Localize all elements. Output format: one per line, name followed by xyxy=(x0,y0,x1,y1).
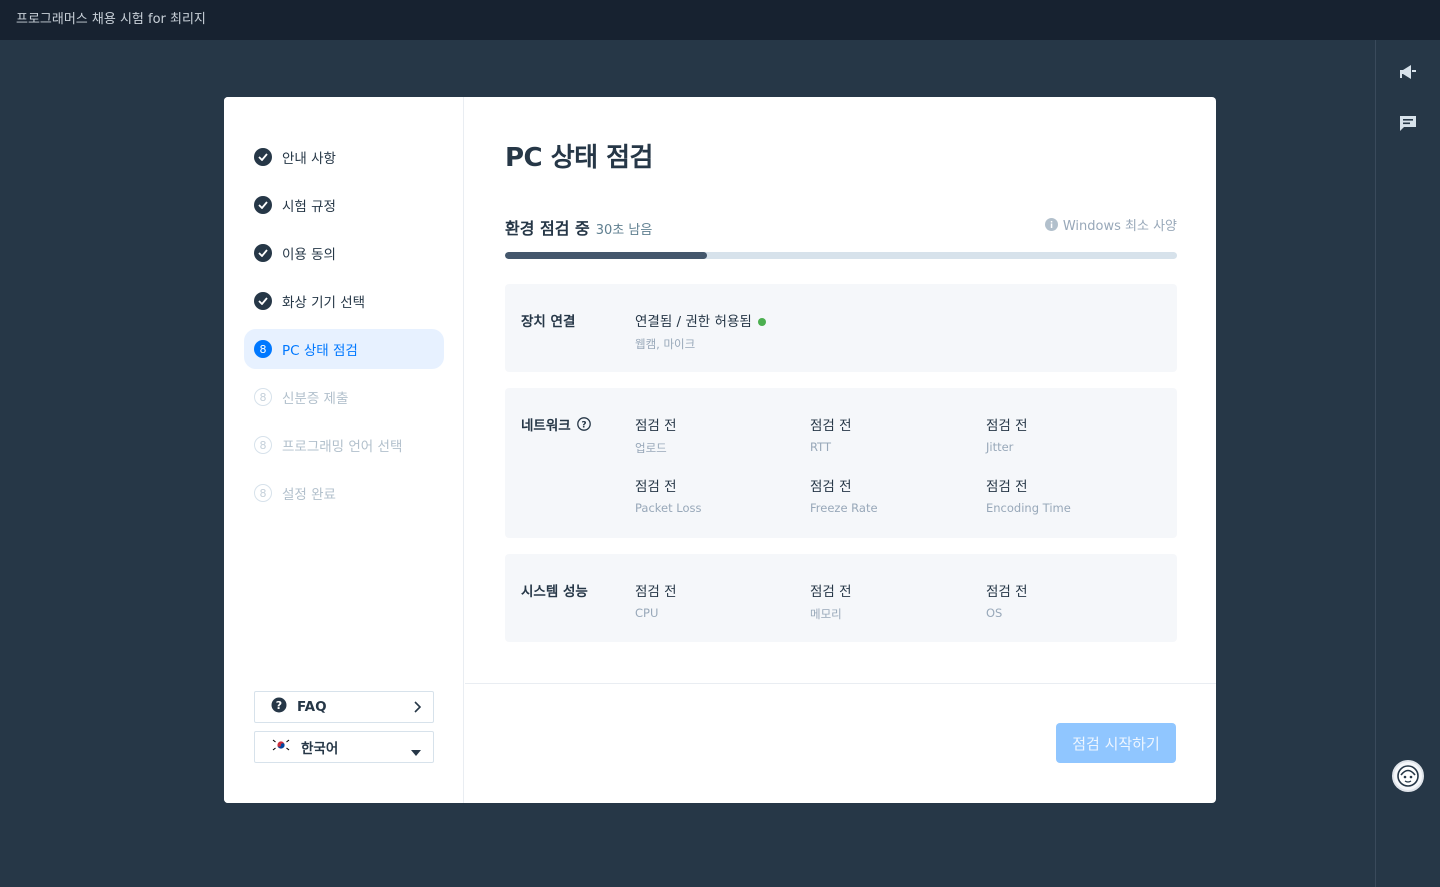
start-check-button[interactable]: 점검 시작하기 xyxy=(1056,723,1176,763)
setup-modal: 안내 사항 시험 규정 이용 동의 화상 기기 선택 8 PC 상태 점검 8 … xyxy=(224,97,1216,803)
requirements-label: Windows 최소 사양 xyxy=(1062,219,1177,234)
progress-fill xyxy=(505,252,707,259)
system-performance-card: 시스템 성능 점검 전 CPU 점검 전 메모리 점검 전 OS xyxy=(505,554,1177,642)
check-status-label: 환경 점검 중 xyxy=(505,219,590,238)
chat-icon[interactable] xyxy=(1398,114,1418,134)
step-language-select: 8 프로그래밍 언어 선택 xyxy=(244,425,444,465)
metric-jitter: 점검 전 Jitter xyxy=(986,418,1028,454)
remaining-time: 30초 남음 xyxy=(595,223,653,238)
step-label: PC 상태 점검 xyxy=(282,343,358,359)
step-id-submit: 8 신분증 제출 xyxy=(244,377,444,417)
help-outline-icon[interactable]: ? xyxy=(576,417,591,431)
step-label: 화상 기기 선택 xyxy=(282,295,366,311)
caret-down-icon xyxy=(411,744,421,760)
chevron-right-icon xyxy=(413,701,422,717)
device-status-sub: 웹캠, 마이크 xyxy=(635,337,696,351)
step-number-badge: 8 xyxy=(254,484,272,502)
step-video-device[interactable]: 화상 기기 선택 xyxy=(244,281,444,321)
step-label: 이용 동의 xyxy=(282,247,336,263)
requirements-link[interactable]: Windows 최소 사양 xyxy=(1044,215,1177,234)
check-circle-icon xyxy=(254,244,272,262)
metric-upload: 점검 전 업로드 xyxy=(635,418,677,455)
step-label: 신분증 제출 xyxy=(282,391,349,407)
app-title-bar: 프로그래머스 채용 시험 for 최리지 xyxy=(0,0,1440,40)
step-number-badge: 8 xyxy=(254,388,272,406)
device-status: 연결됨 / 권한 허용됨 웹캠, 마이크 xyxy=(635,310,766,352)
step-list: 안내 사항 시험 규정 이용 동의 화상 기기 선택 8 PC 상태 점검 8 … xyxy=(244,137,444,521)
svg-text:?: ? xyxy=(581,421,586,431)
app-title: 프로그래머스 채용 시험 for 최리지 xyxy=(16,12,206,27)
device-card-title: 장치 연결 xyxy=(521,314,576,330)
info-icon xyxy=(1044,218,1058,231)
help-circle-icon: ? xyxy=(271,697,287,717)
step-number-badge: 8 xyxy=(254,340,272,358)
metric-freeze-rate: 점검 전 Freeze Rate xyxy=(810,479,878,515)
device-status-value: 연결됨 / 권한 허용됨 xyxy=(635,314,752,330)
network-card: 네트워크 ? 점검 전 업로드 점검 전 RTT 점검 전 Jitter 점검 전 Pa… xyxy=(505,388,1177,538)
check-circle-icon xyxy=(254,292,272,310)
metric-cpu: 점검 전 CPU xyxy=(635,584,677,620)
check-progress-bar xyxy=(505,252,1177,259)
metric-rtt: 점검 전 RTT xyxy=(810,418,852,454)
footer-divider xyxy=(465,683,1216,684)
device-connection-card: 장치 연결 연결됨 / 권한 허용됨 웹캠, 마이크 xyxy=(505,284,1177,372)
support-avatar-icon[interactable] xyxy=(1392,760,1424,792)
step-rules[interactable]: 시험 규정 xyxy=(244,185,444,225)
setup-sidebar: 안내 사항 시험 규정 이용 동의 화상 기기 선택 8 PC 상태 점검 8 … xyxy=(224,97,464,803)
step-setup-complete: 8 설정 완료 xyxy=(244,473,444,513)
korea-flag-icon xyxy=(271,738,291,756)
network-card-title: 네트워크 xyxy=(521,418,571,434)
step-label: 설정 완료 xyxy=(282,487,336,503)
metric-packet-loss: 점검 전 Packet Loss xyxy=(635,479,702,515)
check-status-header: 환경 점검 중 30초 남음 Windows 최소 사양 xyxy=(505,215,1177,238)
faq-button[interactable]: ? FAQ xyxy=(254,691,434,723)
language-label: 한국어 xyxy=(301,741,339,757)
step-number-badge: 8 xyxy=(254,436,272,454)
svg-text:?: ? xyxy=(276,699,282,712)
system-card-title: 시스템 성능 xyxy=(521,584,588,600)
metric-encoding-time: 점검 전 Encoding Time xyxy=(986,479,1071,515)
right-rail xyxy=(1375,40,1440,887)
language-select[interactable]: 한국어 xyxy=(254,731,434,763)
pc-check-panel: PC 상태 점검 환경 점검 중 30초 남음 Windows 최소 사양 장치 … xyxy=(465,97,1216,803)
step-label: 안내 사항 xyxy=(282,151,336,167)
step-pc-check[interactable]: 8 PC 상태 점검 xyxy=(244,329,444,369)
status-ok-dot xyxy=(757,318,766,326)
step-label: 프로그래밍 언어 선택 xyxy=(282,439,403,455)
step-notice[interactable]: 안내 사항 xyxy=(244,137,444,177)
megaphone-icon[interactable] xyxy=(1398,62,1418,82)
metric-os: 점검 전 OS xyxy=(986,584,1028,620)
faq-label: FAQ xyxy=(297,699,327,715)
network-card-title-row: 네트워크 ? xyxy=(521,414,591,434)
step-label: 시험 규정 xyxy=(282,199,336,215)
check-circle-icon xyxy=(254,196,272,214)
step-consent[interactable]: 이용 동의 xyxy=(244,233,444,273)
metric-memory: 점검 전 메모리 xyxy=(810,584,852,621)
page-title: PC 상태 점검 xyxy=(505,143,653,173)
check-circle-icon xyxy=(254,148,272,166)
